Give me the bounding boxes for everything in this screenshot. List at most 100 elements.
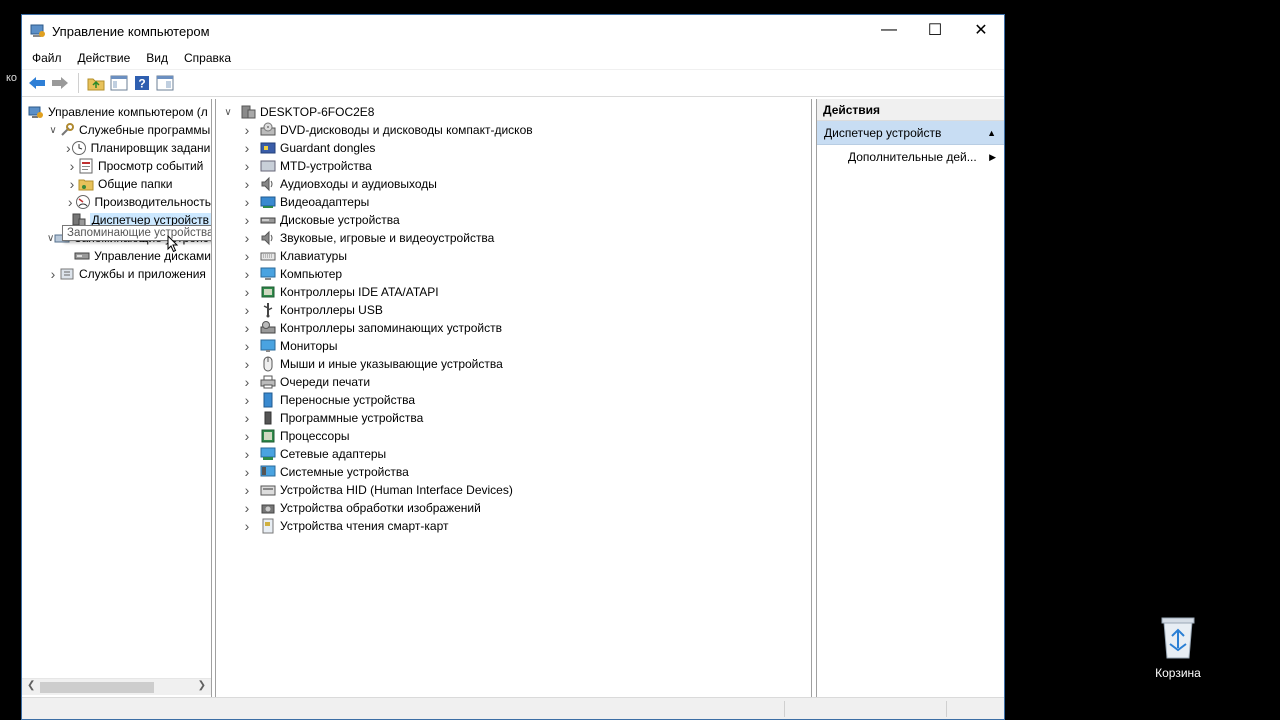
chevron-right-icon[interactable]: › — [241, 140, 253, 156]
device-category-row[interactable]: › Клавиатуры — [216, 247, 811, 265]
horizontal-scrollbar[interactable]: ❮ ❯ — [22, 678, 211, 695]
device-category-row[interactable]: › Guardant dongles — [216, 139, 811, 157]
chevron-right-icon[interactable]: › — [47, 266, 59, 282]
console-tree-item-label: Просмотр событий — [98, 159, 204, 173]
chevron-right-icon[interactable]: › — [241, 248, 253, 264]
device-category-row[interactable]: › Аудиовходы и аудиовыходы — [216, 175, 811, 193]
device-category-label: Переносные устройства — [280, 393, 416, 407]
console-tree-item[interactable]: › Общие папки — [22, 175, 211, 193]
chevron-right-icon[interactable]: › — [241, 284, 253, 300]
device-category-row[interactable]: › Контроллеры IDE ATA/ATAPI — [216, 283, 811, 301]
chevron-right-icon[interactable]: › — [241, 356, 253, 372]
console-tree-item[interactable]: › Производительность — [22, 193, 211, 211]
menu-item[interactable]: Вид — [140, 51, 174, 65]
forward-icon[interactable] — [49, 72, 71, 94]
mtd-device-icon — [260, 158, 276, 174]
chevron-right-icon[interactable]: › — [241, 158, 253, 174]
device-category-row[interactable]: › Системные устройства — [216, 463, 811, 481]
chevron-right-icon[interactable]: › — [241, 500, 253, 516]
chevron-right-icon[interactable]: › — [241, 518, 253, 534]
show-hide-console-tree-icon[interactable] — [108, 72, 130, 94]
console-tree-item[interactable]: › Службы и приложения — [22, 265, 211, 283]
device-category-row[interactable]: › Переносные устройства — [216, 391, 811, 409]
device-category-row[interactable]: › Звуковые, игровые и видеоустройства — [216, 229, 811, 247]
close-button[interactable]: ✕ — [958, 15, 1004, 45]
device-category-row[interactable]: › Процессоры — [216, 427, 811, 445]
console-tree-item-label: Управление дисками — [94, 249, 211, 263]
chevron-right-icon[interactable]: › — [66, 176, 78, 192]
device-category-row[interactable]: › Дисковые устройства — [216, 211, 811, 229]
maximize-button[interactable]: ☐ — [912, 15, 958, 45]
console-tree-item[interactable]: › Просмотр событий — [22, 157, 211, 175]
help-icon[interactable]: ? — [131, 72, 153, 94]
up-folder-icon[interactable] — [85, 72, 107, 94]
tooltip: Запоминающие устройства — [62, 225, 211, 241]
device-category-row[interactable]: › Видеоадаптеры — [216, 193, 811, 211]
title-bar[interactable]: Управление компьютером — ☐ ✕ — [22, 15, 1004, 47]
scroll-right-icon[interactable]: ❯ — [198, 680, 206, 691]
software-device-icon — [260, 410, 276, 426]
device-category-row[interactable]: › Сетевые адаптеры — [216, 445, 811, 463]
menu-item[interactable]: Справка — [178, 51, 237, 65]
device-category-row[interactable]: › Мониторы — [216, 337, 811, 355]
device-category-row[interactable]: › Мыши и иные указывающие устройства — [216, 355, 811, 373]
console-tree-item[interactable]: Управление компьютером (л — [22, 103, 211, 121]
chevron-down-icon[interactable]: ∨ — [222, 106, 234, 118]
collapse-up-icon[interactable]: ▲ — [987, 128, 996, 138]
chevron-right-icon[interactable]: › — [241, 338, 253, 354]
chevron-down-icon[interactable]: ∨ — [47, 124, 59, 136]
status-bar-separator — [946, 701, 947, 717]
scroll-left-icon[interactable]: ❮ — [27, 680, 35, 691]
device-category-row[interactable]: › MTD-устройства — [216, 157, 811, 175]
keyboard-icon — [260, 248, 276, 264]
ide-controller-icon — [260, 284, 276, 300]
display-adapter-icon — [260, 194, 276, 210]
chevron-right-icon[interactable]: › — [241, 266, 253, 282]
console-tree-item-label: Служебные программы — [79, 123, 211, 137]
back-icon[interactable] — [26, 72, 48, 94]
chevron-right-icon[interactable]: › — [241, 410, 253, 426]
chevron-right-icon[interactable]: › — [66, 158, 78, 174]
menu-item[interactable]: Действие — [72, 51, 137, 65]
chevron-right-icon[interactable]: › — [241, 230, 253, 246]
device-category-row[interactable]: › Контроллеры запоминающих устройств — [216, 319, 811, 337]
chevron-right-icon[interactable]: › — [241, 482, 253, 498]
chevron-right-icon[interactable]: › — [66, 194, 75, 210]
action-item-more[interactable]: Дополнительные дей... ▶ — [817, 145, 1004, 169]
chevron-right-icon[interactable]: › — [241, 194, 253, 210]
chevron-right-icon[interactable]: › — [241, 320, 253, 336]
recycle-bin-icon — [1158, 614, 1198, 660]
minimize-button[interactable]: — — [866, 15, 912, 45]
actions-section-device-manager[interactable]: Диспетчер устройств ▲ — [817, 121, 1004, 145]
device-category-row[interactable]: › Устройства обработки изображений — [216, 499, 811, 517]
chevron-right-icon[interactable]: › — [241, 464, 253, 480]
device-category-row[interactable]: › Устройства HID (Human Interface Devices… — [216, 481, 811, 499]
console-tree-item[interactable]: › Планировщик заданий — [22, 139, 211, 157]
chevron-down-icon[interactable]: ∨ — [47, 232, 54, 244]
console-tree-item[interactable]: ∨ Служебные программы — [22, 121, 211, 139]
menu-item[interactable]: Файл — [26, 51, 68, 65]
chevron-right-icon[interactable]: › — [241, 392, 253, 408]
chevron-right-icon[interactable]: › — [241, 428, 253, 444]
chevron-placeholder — [66, 250, 74, 262]
device-category-row[interactable]: › Контроллеры USB — [216, 301, 811, 319]
chevron-right-icon[interactable]: › — [241, 302, 253, 318]
chevron-right-icon[interactable]: › — [241, 212, 253, 228]
device-tree-root[interactable]: ∨ DESKTOP-6FOC2E8 — [216, 103, 811, 121]
device-category-row[interactable]: › DVD-дисководы и дисководы компакт-диско… — [216, 121, 811, 139]
chevron-right-icon[interactable]: › — [241, 446, 253, 462]
scrollbar-thumb[interactable] — [40, 682, 154, 693]
device-category-row[interactable]: › Программные устройства — [216, 409, 811, 427]
chevron-right-icon[interactable]: › — [241, 122, 253, 138]
monitor-icon — [260, 338, 276, 354]
recycle-bin[interactable]: Корзина — [1140, 614, 1216, 680]
chevron-right-icon[interactable]: › — [241, 176, 253, 192]
chevron-right-icon[interactable]: › — [241, 374, 253, 390]
submenu-arrow-icon: ▶ — [989, 151, 996, 162]
device-category-row[interactable]: › Очереди печати — [216, 373, 811, 391]
device-category-row[interactable]: › Устройства чтения смарт-карт — [216, 517, 811, 535]
device-category-label: Звуковые, игровые и видеоустройства — [280, 231, 495, 245]
console-tree-item[interactable]: Управление дисками — [22, 247, 211, 265]
device-category-row[interactable]: › Компьютер — [216, 265, 811, 283]
show-hide-action-pane-icon[interactable] — [154, 72, 176, 94]
